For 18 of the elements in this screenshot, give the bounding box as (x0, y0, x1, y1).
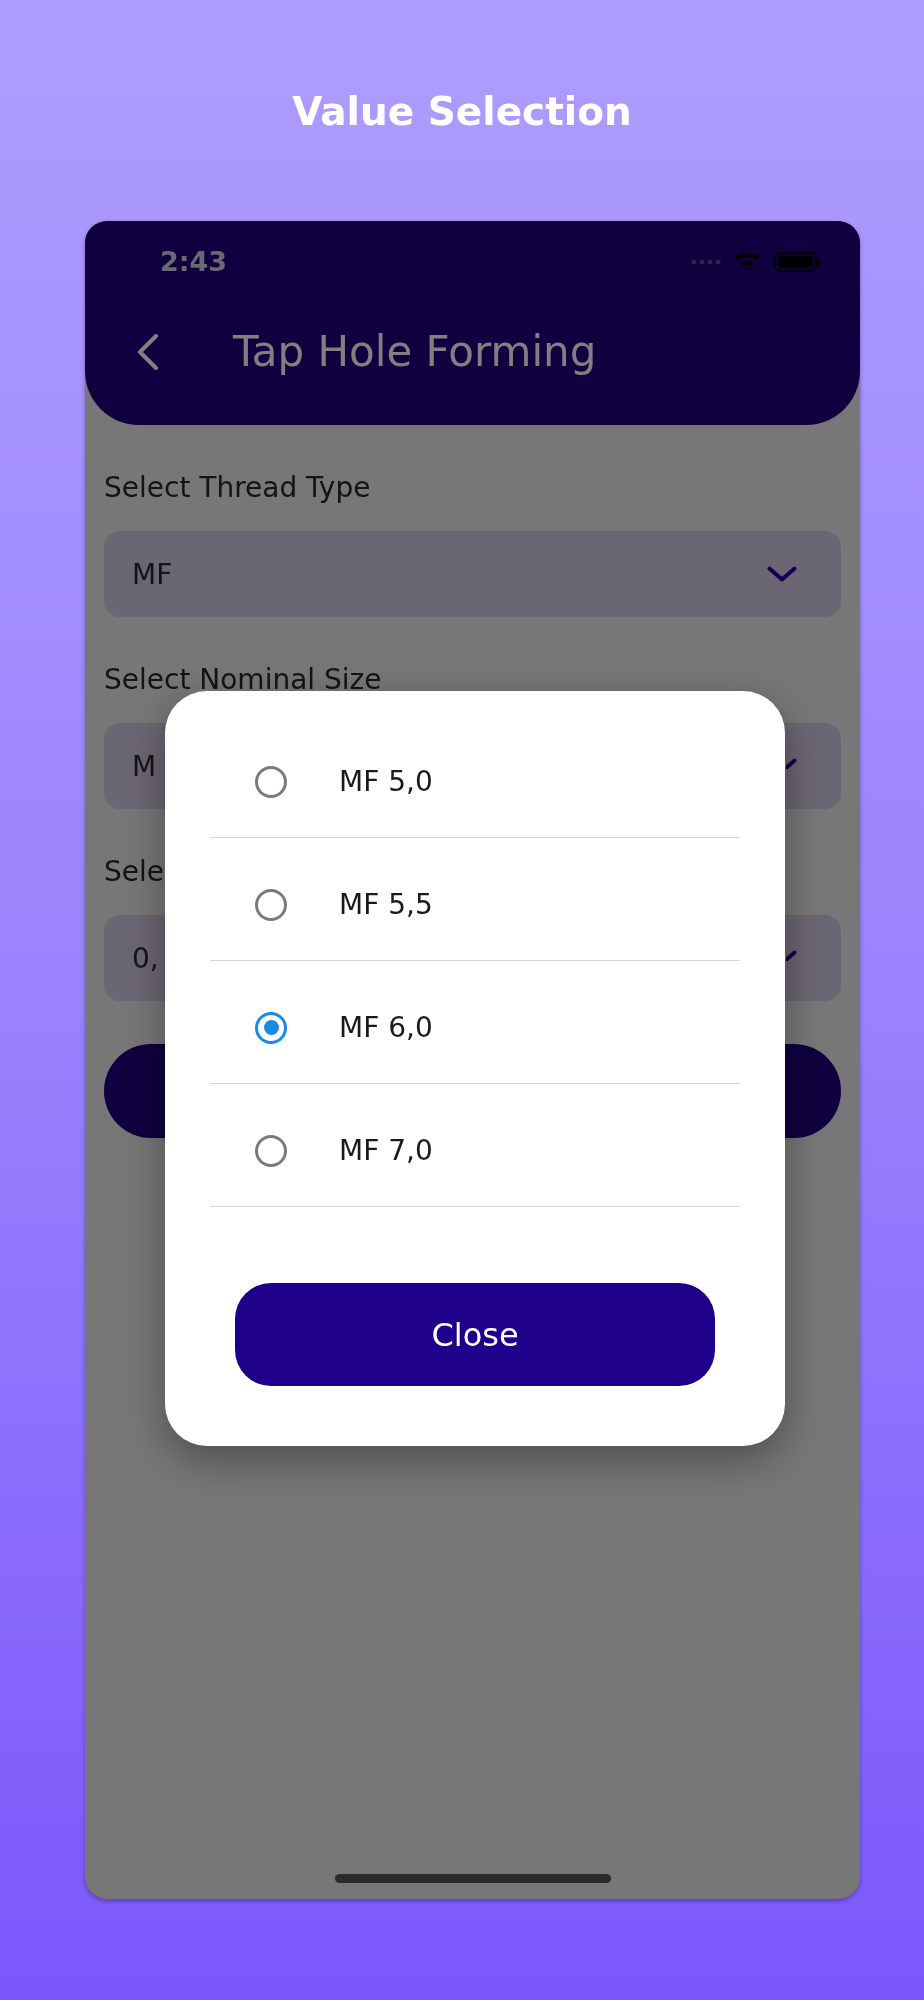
page-title: Value Selection (291, 88, 633, 136)
chevron-down-icon (786, 950, 797, 961)
screen-title: Tap Hole Forming (233, 326, 597, 378)
radio-option[interactable]: MF 6,0 (210, 961, 740, 1084)
field-label: Sele (104, 854, 165, 890)
field-label: Select Nominal Size (104, 662, 383, 698)
radio-option[interactable]: MF 7,0 (210, 1084, 740, 1207)
radio-option[interactable]: MF 5,0 (210, 715, 740, 838)
wifi-icon (735, 253, 760, 271)
chevron-down-icon (767, 566, 797, 582)
close-button[interactable]: Close (235, 1283, 715, 1386)
radio-option[interactable]: MF 5,5 (210, 838, 740, 961)
signal-icon (691, 259, 721, 265)
field-label: Select Thread Type (104, 470, 372, 506)
chevron-down-icon (786, 758, 797, 769)
battery-icon (774, 252, 822, 272)
status-time: 2:43 (160, 245, 228, 279)
back-icon[interactable] (137, 334, 159, 370)
